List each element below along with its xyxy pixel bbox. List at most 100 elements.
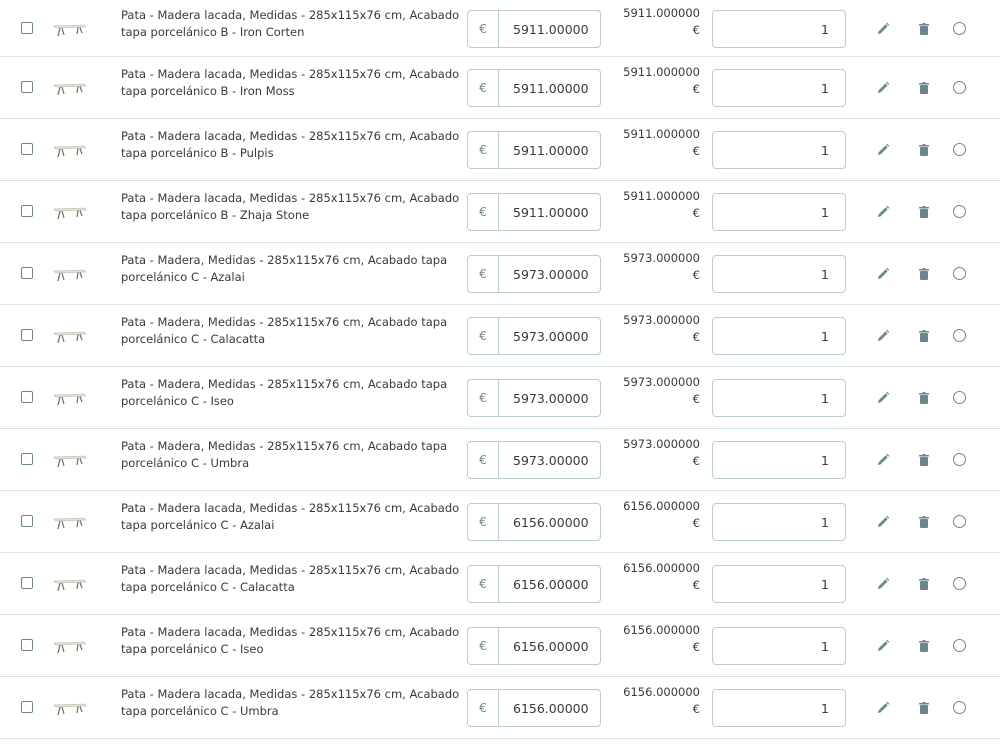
radio-icon[interactable] <box>953 515 966 528</box>
row-checkbox[interactable] <box>21 267 33 279</box>
trash-icon[interactable] <box>917 143 931 157</box>
pencil-icon[interactable] <box>876 267 890 281</box>
quantity-input[interactable]: 1 <box>712 627 846 665</box>
price-input[interactable]: 5973.00000 <box>499 256 600 292</box>
price-input-group[interactable]: € 6156.00000 <box>467 627 601 665</box>
trash-icon[interactable] <box>917 515 931 529</box>
pencil-icon[interactable] <box>876 22 890 36</box>
price-input-group[interactable]: € 6156.00000 <box>467 565 601 603</box>
total-currency: € <box>692 82 700 96</box>
price-input-group[interactable]: € 5973.00000 <box>467 379 601 417</box>
quantity-input[interactable]: 1 <box>712 317 846 355</box>
trash-icon[interactable] <box>917 577 931 591</box>
table-row: Pata - Madera lacada, Medidas - 285x115x… <box>0 57 1000 119</box>
pencil-icon[interactable] <box>876 577 890 591</box>
radio-icon[interactable] <box>953 577 966 590</box>
radio-icon[interactable] <box>953 267 966 280</box>
pencil-icon[interactable] <box>876 205 890 219</box>
price-input-group[interactable]: € 5911.00000 <box>467 131 601 169</box>
product-thumbnail <box>50 575 88 592</box>
price-input[interactable]: 6156.00000 <box>499 566 600 602</box>
quantity-input[interactable]: 1 <box>712 69 846 107</box>
quantity-input[interactable]: 1 <box>712 255 846 293</box>
total-price: 6156.000000 € <box>610 622 700 656</box>
total-price: 5973.000000 € <box>610 312 700 346</box>
trash-icon[interactable] <box>917 701 931 715</box>
price-input[interactable]: 6156.00000 <box>499 628 600 664</box>
row-checkbox[interactable] <box>21 143 33 155</box>
currency-addon: € <box>468 256 499 292</box>
table-row: Pata - Madera, Medidas - 285x115x76 cm, … <box>0 243 1000 305</box>
total-price: 5911.000000 € <box>610 126 700 160</box>
row-checkbox[interactable] <box>21 329 33 341</box>
trash-icon[interactable] <box>917 453 931 467</box>
trash-icon[interactable] <box>917 391 931 405</box>
pencil-icon[interactable] <box>876 639 890 653</box>
price-input-group[interactable]: € 5911.00000 <box>467 69 601 107</box>
trash-icon[interactable] <box>917 205 931 219</box>
quantity-input[interactable]: 1 <box>712 193 846 231</box>
price-input[interactable]: 6156.00000 <box>499 690 600 726</box>
pencil-icon[interactable] <box>876 701 890 715</box>
price-input-group[interactable]: € 5911.00000 <box>467 10 601 48</box>
radio-icon[interactable] <box>953 81 966 94</box>
row-checkbox[interactable] <box>21 391 33 403</box>
trash-icon[interactable] <box>917 22 931 36</box>
pencil-icon[interactable] <box>876 143 890 157</box>
price-input[interactable]: 6156.00000 <box>499 504 600 540</box>
radio-icon[interactable] <box>953 391 966 404</box>
pencil-icon[interactable] <box>876 453 890 467</box>
price-input[interactable]: 5973.00000 <box>499 442 600 478</box>
quantity-input[interactable]: 1 <box>712 441 846 479</box>
price-input[interactable]: 5973.00000 <box>499 380 600 416</box>
row-checkbox[interactable] <box>21 701 33 713</box>
total-value: 5911.000000 <box>623 6 700 20</box>
radio-icon[interactable] <box>953 701 966 714</box>
price-input[interactable]: 5911.00000 <box>499 70 600 106</box>
trash-icon[interactable] <box>917 329 931 343</box>
pencil-icon[interactable] <box>876 329 890 343</box>
total-value: 5973.000000 <box>623 251 700 265</box>
radio-icon[interactable] <box>953 143 966 156</box>
price-input[interactable]: 5911.00000 <box>499 11 600 47</box>
trash-icon[interactable] <box>917 81 931 95</box>
row-checkbox[interactable] <box>21 577 33 589</box>
quantity-input[interactable]: 1 <box>712 10 846 48</box>
quantity-input[interactable]: 1 <box>712 131 846 169</box>
price-input[interactable]: 5911.00000 <box>499 132 600 168</box>
currency-addon: € <box>468 11 499 47</box>
row-checkbox[interactable] <box>21 22 33 34</box>
row-checkbox[interactable] <box>21 453 33 465</box>
product-thumbnail <box>50 265 88 282</box>
quantity-input[interactable]: 1 <box>712 503 846 541</box>
radio-icon[interactable] <box>953 205 966 218</box>
pencil-icon[interactable] <box>876 391 890 405</box>
pencil-icon[interactable] <box>876 81 890 95</box>
price-input-group[interactable]: € 5973.00000 <box>467 317 601 355</box>
row-checkbox[interactable] <box>21 639 33 651</box>
row-checkbox[interactable] <box>21 205 33 217</box>
price-input-group[interactable]: € 6156.00000 <box>467 503 601 541</box>
pencil-icon[interactable] <box>876 515 890 529</box>
price-input[interactable]: 5911.00000 <box>499 194 600 230</box>
trash-icon[interactable] <box>917 267 931 281</box>
product-name: Pata - Madera lacada, Medidas - 285x115x… <box>121 67 460 98</box>
radio-icon[interactable] <box>953 639 966 652</box>
row-checkbox[interactable] <box>21 515 33 527</box>
total-currency: € <box>692 516 700 530</box>
price-input-group[interactable]: € 5973.00000 <box>467 441 601 479</box>
quantity-input[interactable]: 1 <box>712 565 846 603</box>
table-row: Pata - Madera lacada, Medidas - 285x115x… <box>0 553 1000 615</box>
price-input-group[interactable]: € 5911.00000 <box>467 193 601 231</box>
radio-icon[interactable] <box>953 453 966 466</box>
row-checkbox[interactable] <box>21 81 33 93</box>
quantity-input[interactable]: 1 <box>712 689 846 727</box>
trash-icon[interactable] <box>917 639 931 653</box>
price-input-group[interactable]: € 6156.00000 <box>467 689 601 727</box>
price-input-group[interactable]: € 5973.00000 <box>467 255 601 293</box>
price-input[interactable]: 5973.00000 <box>499 318 600 354</box>
total-value: 6156.000000 <box>623 499 700 513</box>
radio-icon[interactable] <box>953 22 966 35</box>
quantity-input[interactable]: 1 <box>712 379 846 417</box>
radio-icon[interactable] <box>953 329 966 342</box>
